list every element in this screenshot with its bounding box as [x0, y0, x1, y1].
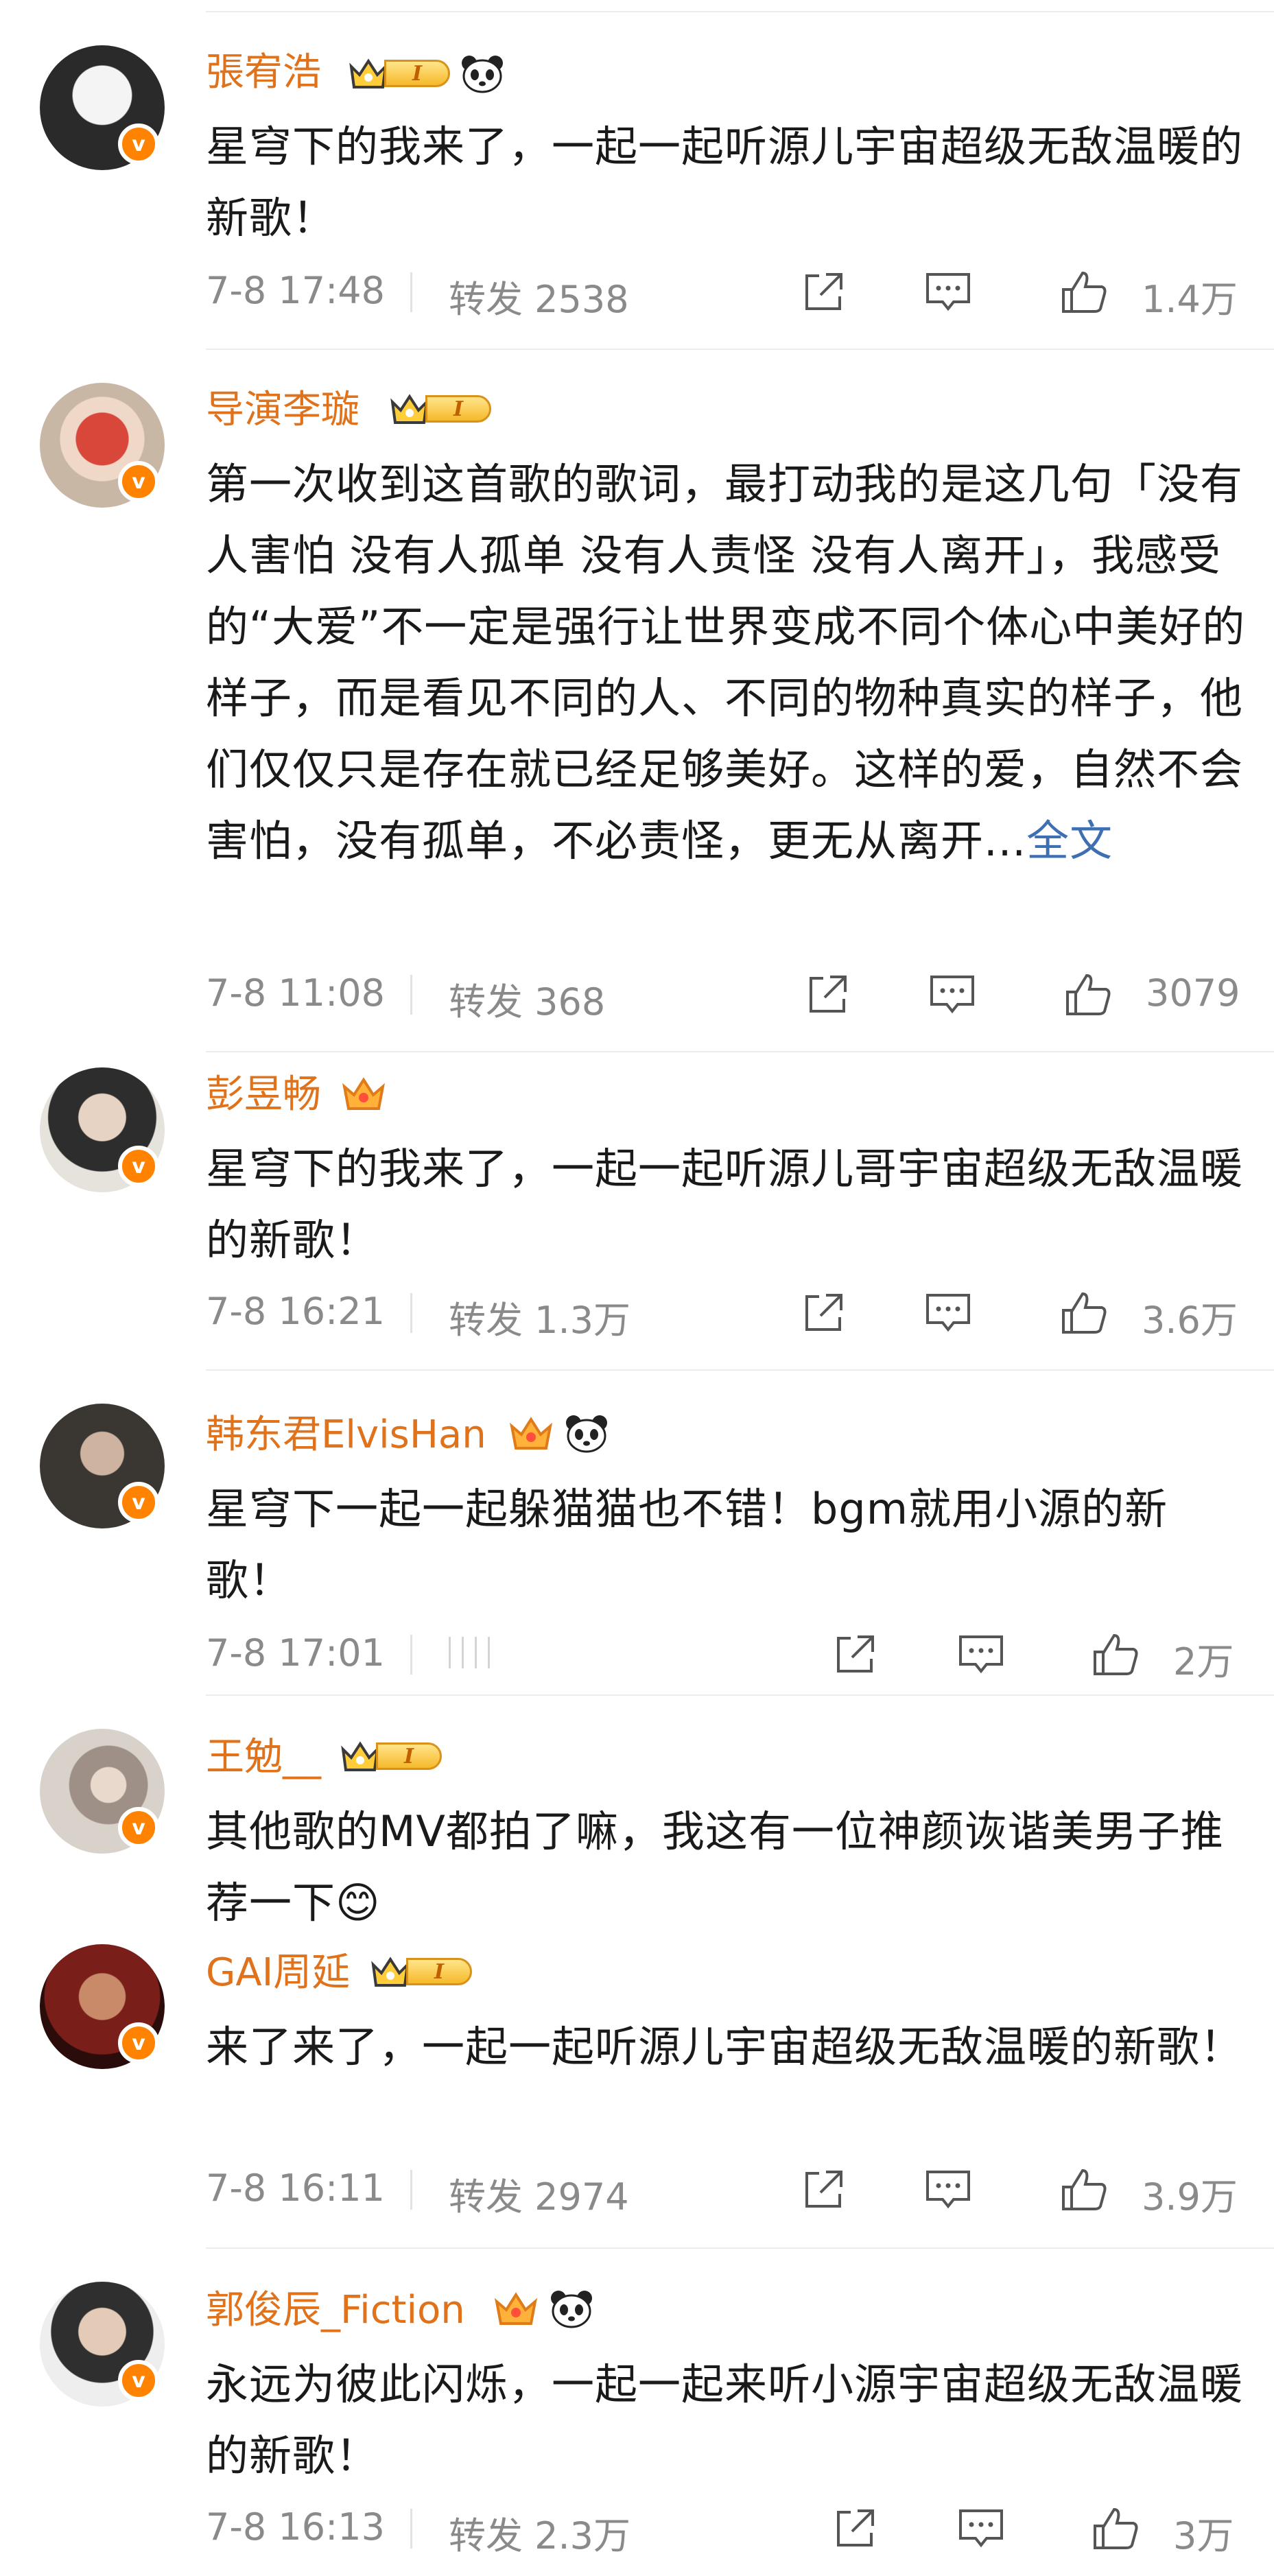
like-icon[interactable] — [1063, 970, 1113, 1019]
divider — [410, 272, 412, 312]
share-icon[interactable] — [799, 1288, 848, 1338]
like-count: 3.9万 — [1142, 2175, 1238, 2219]
crown-icon[interactable] — [493, 2289, 539, 2328]
user-badges: I — [369, 1954, 472, 1989]
divider — [410, 2170, 412, 2210]
comment-text: 其他歌的MV都拍了嘛，我这有一位神颜诙谐美男子推荐一下😊 — [206, 1806, 1224, 1928]
like-icon[interactable] — [1059, 2165, 1109, 2214]
divider — [410, 975, 412, 1015]
comment-time: 7-8 16:13 — [206, 2505, 385, 2549]
comment-icon[interactable] — [956, 2504, 1006, 2553]
commenter-name[interactable]: GAI周延 — [206, 1947, 350, 1999]
crown-icon — [371, 1957, 410, 1987]
crown-icon[interactable] — [340, 1074, 387, 1113]
divider — [206, 1369, 1274, 1371]
crown-icon — [390, 394, 429, 424]
divider — [206, 2247, 1274, 2249]
level-badge[interactable]: I — [388, 391, 491, 427]
expand-link[interactable]: 全文 — [1026, 816, 1113, 866]
repost-count[interactable]: 转发 2538 — [449, 269, 629, 323]
like-count: 3万 — [1173, 2514, 1234, 2557]
crown-icon — [341, 1741, 379, 1771]
commenter-name[interactable]: 王勉__ — [206, 1732, 321, 1784]
like-count: 2万 — [1173, 1640, 1234, 1683]
comment-icon[interactable] — [923, 1288, 973, 1338]
user-badges — [340, 1074, 387, 1113]
share-icon[interactable] — [799, 2165, 848, 2214]
repost-count[interactable]: 转发 2.3万 — [449, 2505, 630, 2560]
verified-icon: v — [118, 2022, 159, 2064]
comment-time: 7-8 16:21 — [206, 1290, 385, 1333]
like-icon[interactable] — [1091, 1630, 1140, 1679]
user-badges — [493, 2289, 594, 2328]
commenter-name[interactable]: 导演李璇 — [206, 384, 359, 436]
crown-icon[interactable] — [508, 1414, 554, 1452]
share-icon[interactable] — [799, 268, 848, 317]
user-badges: I — [339, 1738, 442, 1774]
repost-count[interactable]: 转发 2974 — [449, 2166, 629, 2221]
verified-icon: v — [118, 2360, 159, 2401]
comment-icon[interactable] — [928, 970, 977, 1019]
repost-count[interactable]: 转发 368 — [449, 971, 605, 1026]
verified-icon: v — [118, 1146, 159, 1187]
repost-count[interactable]: 转发 1.3万 — [449, 1290, 630, 1344]
share-icon[interactable] — [830, 1630, 880, 1679]
user-badges — [508, 1413, 609, 1453]
verified-icon: v — [118, 123, 159, 165]
divider — [410, 1635, 412, 1675]
comment-text: 星穹下的我来了，一起一起听源儿哥宇宙超级无敌温暖的新歌！ — [206, 1144, 1244, 1265]
comment-text: 永远为彼此闪烁，一起一起来听小源宇宙超级无敌温暖的新歌！ — [206, 2359, 1244, 2481]
comment-text: 来了来了，一起一起听源儿宇宙超级无敌温暖的新歌！ — [206, 2022, 1244, 2072]
comment-icon[interactable] — [923, 268, 973, 317]
level-badge[interactable]: I — [339, 1738, 442, 1774]
like-icon[interactable] — [1091, 2504, 1140, 2553]
commenter-name[interactable]: 韩东君ElvisHan — [206, 1409, 486, 1461]
panda-icon — [462, 56, 503, 93]
level-badge[interactable]: I — [369, 1954, 472, 1989]
like-icon[interactable] — [1059, 268, 1109, 317]
divider — [206, 1051, 1274, 1052]
comment-time: 7-8 11:08 — [206, 971, 385, 1015]
commenter-name[interactable]: 張宥浩 — [206, 47, 321, 99]
comment-time: 7-8 17:48 — [206, 269, 385, 312]
divider — [410, 1293, 412, 1333]
comment-text: 星穹下一起一起躲猫猫也不错！bgm就用小源的新歌！ — [206, 1484, 1168, 1605]
like-count: 1.4万 — [1142, 278, 1238, 321]
divider — [206, 348, 1274, 350]
verified-icon: v — [118, 1482, 159, 1523]
divider — [206, 1694, 1274, 1696]
repost-count-hidden[interactable] — [449, 1637, 490, 1668]
crown-icon — [349, 58, 388, 88]
divider — [410, 2509, 412, 2549]
share-icon[interactable] — [803, 970, 852, 1019]
comment-body: 第一次收到这首歌的歌词，最打动我的是这几句「没有人害怕 没有人孤单 没有人责怪 … — [206, 459, 1246, 866]
user-badges: I — [388, 391, 491, 427]
comment-icon[interactable] — [956, 1630, 1006, 1679]
comment-text: 第一次收到这首歌的歌词，最打动我的是这几句「没有人害怕 没有人孤单 没有人责怪 … — [206, 449, 1249, 877]
panda-icon — [566, 1415, 607, 1453]
user-badges: I — [347, 54, 505, 93]
commenter-name[interactable]: 彭昱畅 — [206, 1069, 321, 1121]
comment-time: 7-8 16:11 — [206, 2166, 385, 2210]
comment-icon[interactable] — [923, 2165, 973, 2214]
divider — [206, 11, 1274, 12]
commenter-name[interactable]: 郭俊辰_Fiction — [206, 2284, 465, 2337]
verified-icon: v — [118, 461, 159, 502]
level-badge[interactable]: I — [347, 56, 450, 91]
comment-time: 7-8 17:01 — [206, 1631, 385, 1675]
like-icon[interactable] — [1059, 1288, 1109, 1338]
comment-text: 星穹下的我来了，一起一起听源儿宇宙超级无敌温暖的新歌！ — [206, 121, 1244, 243]
share-icon[interactable] — [830, 2504, 880, 2553]
like-count: 3079 — [1146, 971, 1240, 1015]
verified-icon: v — [118, 1807, 159, 1848]
panda-icon — [551, 2291, 592, 2328]
like-count: 3.6万 — [1142, 1299, 1238, 1342]
